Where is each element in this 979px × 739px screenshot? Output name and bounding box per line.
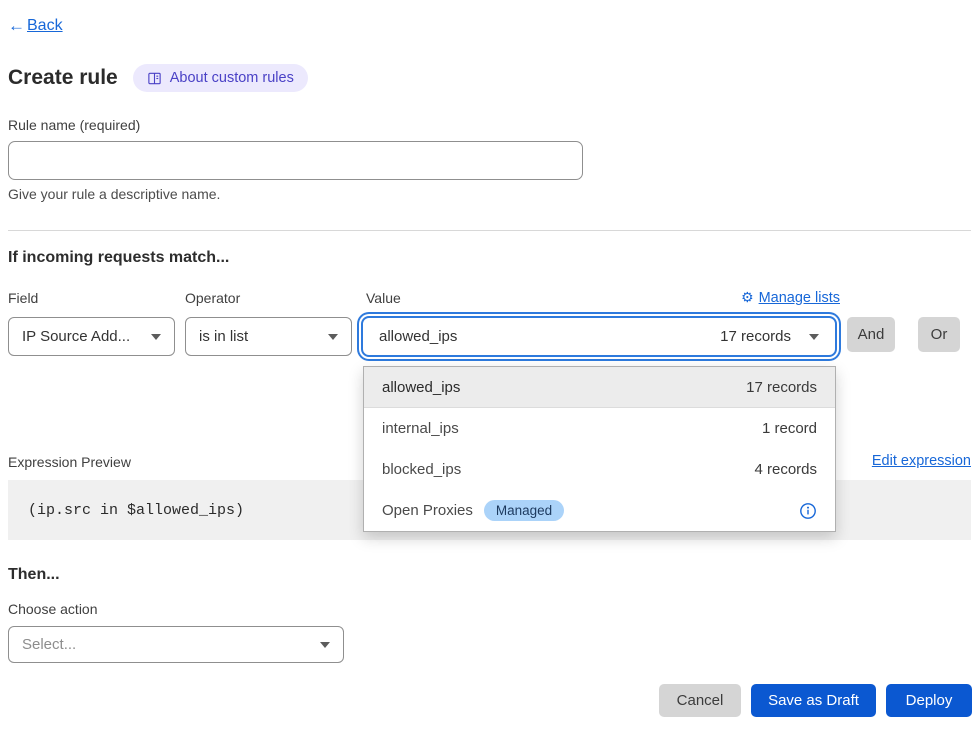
and-button[interactable]: And <box>847 317 895 352</box>
edit-expression-link[interactable]: Edit expression <box>872 453 971 469</box>
operator-select-value: is in list <box>199 328 248 345</box>
list-item-records: 1 record <box>762 420 817 437</box>
info-icon[interactable] <box>799 502 817 520</box>
value-label: Value <box>366 290 401 306</box>
page-header: Create rule About custom rules <box>8 64 308 92</box>
list-item-blocked-ips[interactable]: blocked_ips 4 records <box>364 449 835 490</box>
rule-name-label: Rule name (required) <box>8 117 140 133</box>
list-item-records: 17 records <box>746 379 817 396</box>
back-link-label: Back <box>27 17 63 35</box>
then-section-heading: Then... <box>8 566 60 584</box>
page-title: Create rule <box>8 66 118 90</box>
list-item-open-proxies[interactable]: Open Proxies Managed <box>364 490 835 531</box>
chevron-down-icon <box>151 334 161 340</box>
operator-label: Operator <box>185 290 240 306</box>
about-custom-rules-label: About custom rules <box>170 70 294 86</box>
chevron-down-icon <box>809 334 819 340</box>
rule-name-input[interactable] <box>8 141 583 180</box>
action-select-placeholder: Select... <box>22 636 76 653</box>
list-item-name: blocked_ips <box>382 461 461 478</box>
list-item-name: internal_ips <box>382 420 459 437</box>
match-section-heading: If incoming requests match... <box>8 249 229 267</box>
value-select-selected: allowed_ips <box>379 328 457 345</box>
operator-select[interactable]: is in list <box>185 317 352 356</box>
list-item-name: allowed_ips <box>382 379 460 396</box>
list-item-name: Open Proxies <box>382 502 473 519</box>
rule-name-helper-text: Give your rule a descriptive name. <box>8 186 220 202</box>
chevron-down-icon <box>320 642 330 648</box>
field-select[interactable]: IP Source Add... <box>8 317 175 356</box>
save-as-draft-button[interactable]: Save as Draft <box>751 684 876 717</box>
value-select[interactable]: allowed_ips 17 records <box>361 316 837 357</box>
back-arrow-icon: ← <box>8 16 25 36</box>
list-item-records: 4 records <box>754 461 817 478</box>
list-item-allowed-ips[interactable]: allowed_ips 17 records <box>364 367 835 408</box>
cancel-button[interactable]: Cancel <box>659 684 741 717</box>
gear-icon: ⚙ <box>741 289 754 306</box>
value-select-records: 17 records <box>720 328 791 345</box>
about-custom-rules-link[interactable]: About custom rules <box>133 64 308 92</box>
managed-badge: Managed <box>484 500 564 521</box>
value-dropdown-menu: allowed_ips 17 records internal_ips 1 re… <box>363 366 836 532</box>
manage-lists-label: Manage lists <box>759 290 840 306</box>
action-select[interactable]: Select... <box>8 626 344 663</box>
back-link[interactable]: ← Back <box>8 16 63 36</box>
expression-preview-label: Expression Preview <box>8 454 131 470</box>
book-icon <box>147 71 162 86</box>
field-label: Field <box>8 290 38 306</box>
deploy-button[interactable]: Deploy <box>886 684 972 717</box>
field-select-value: IP Source Add... <box>22 328 130 345</box>
section-divider <box>8 230 971 231</box>
or-button[interactable]: Or <box>918 317 960 352</box>
list-item-internal-ips[interactable]: internal_ips 1 record <box>364 408 835 449</box>
manage-lists-link[interactable]: ⚙ Manage lists <box>640 289 840 306</box>
expression-code: (ip.src in $allowed_ips) <box>28 502 244 519</box>
choose-action-label: Choose action <box>8 601 98 617</box>
chevron-down-icon <box>328 334 338 340</box>
